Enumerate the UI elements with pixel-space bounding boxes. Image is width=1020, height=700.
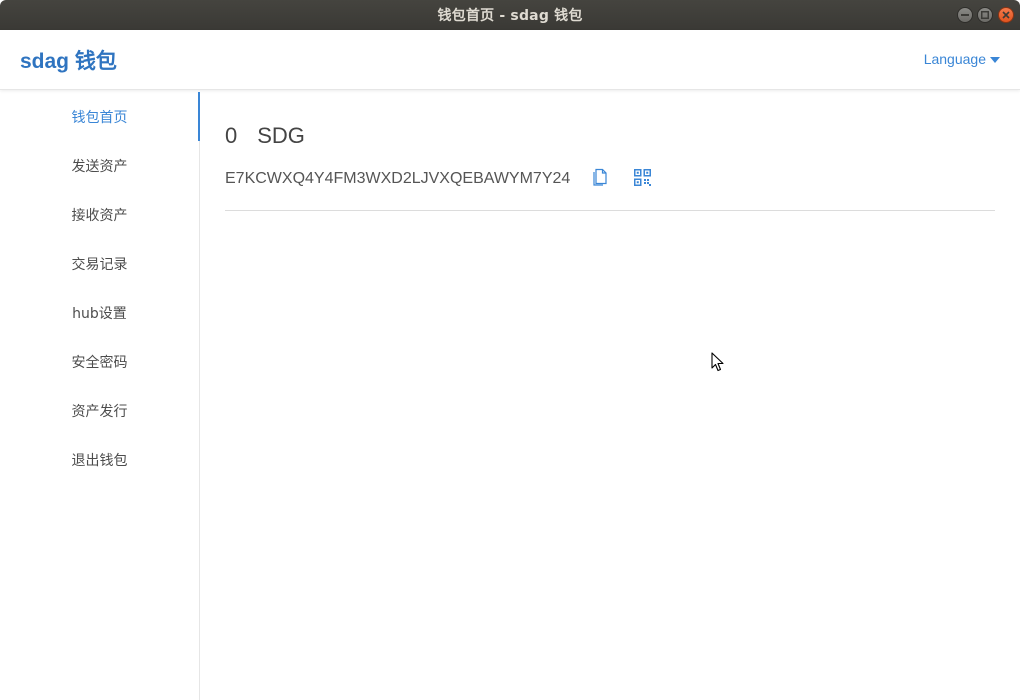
- language-label: Language: [923, 51, 986, 67]
- balance-amount: 0: [225, 123, 238, 148]
- minimize-button[interactable]: [957, 7, 973, 23]
- maximize-button[interactable]: [977, 7, 993, 23]
- window-title: 钱包首页 - sdag 钱包: [437, 8, 583, 24]
- show-qr-button[interactable]: [634, 168, 652, 186]
- main-content: 0 SDG E7KCWXQ4Y4FM3WXD2LJVXQEBAWYM7Y24: [200, 92, 1020, 700]
- caret-down-icon: [990, 57, 1000, 63]
- minimize-icon: [961, 14, 969, 16]
- copy-address-button[interactable]: [592, 168, 608, 186]
- language-dropdown[interactable]: Language: [924, 51, 1000, 67]
- mouse-pointer-icon: [711, 352, 724, 372]
- address-row: E7KCWXQ4Y4FM3WXD2LJVXQEBAWYM7Y24: [225, 168, 652, 188]
- sidebar-item-send-assets[interactable]: 发送资产: [0, 141, 199, 190]
- app-header: sdag 钱包 Language: [0, 30, 1020, 90]
- maximize-icon: [981, 11, 989, 19]
- close-button[interactable]: [998, 7, 1014, 23]
- content-divider: [225, 210, 995, 211]
- sidebar-item-security-password[interactable]: 安全密码: [0, 337, 199, 386]
- brand-title[interactable]: sdag 钱包: [20, 45, 117, 75]
- sidebar-item-asset-issuance[interactable]: 资产发行: [0, 386, 199, 435]
- balance-display: 0 SDG: [225, 123, 305, 149]
- sidebar-item-transactions[interactable]: 交易记录: [0, 239, 199, 288]
- copy-icon: [593, 168, 607, 186]
- qr-code-icon: [634, 168, 652, 186]
- balance-unit: SDG: [257, 123, 305, 148]
- sidebar: 钱包首页 发送资产 接收资产 交易记录 hub设置 安全密码 资产发行 退出钱包: [0, 92, 200, 700]
- sidebar-item-receive-assets[interactable]: 接收资产: [0, 190, 199, 239]
- sidebar-item-wallet-home[interactable]: 钱包首页: [0, 92, 200, 141]
- sidebar-item-exit-wallet[interactable]: 退出钱包: [0, 435, 199, 484]
- sidebar-item-hub-settings[interactable]: hub设置: [0, 288, 199, 337]
- wallet-address: E7KCWXQ4Y4FM3WXD2LJVXQEBAWYM7Y24: [225, 170, 571, 187]
- window-titlebar: 钱包首页 - sdag 钱包: [0, 0, 1020, 30]
- close-icon: [1002, 11, 1010, 19]
